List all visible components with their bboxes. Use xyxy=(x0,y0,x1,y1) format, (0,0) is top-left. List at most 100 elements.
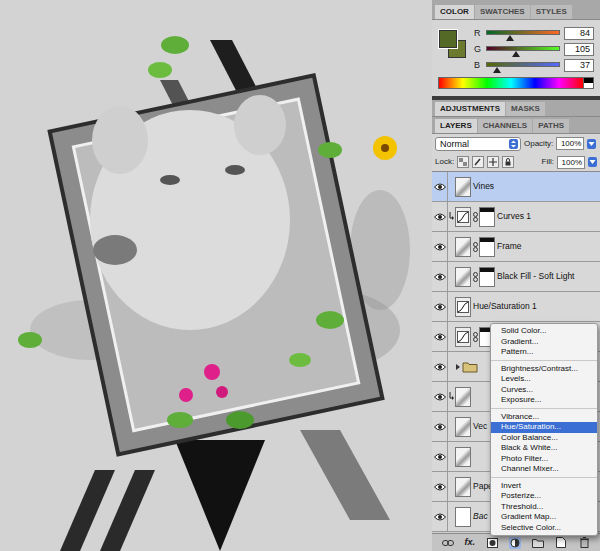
menu-item[interactable]: Threshold... xyxy=(491,502,597,513)
layer-row[interactable]: Vines xyxy=(432,172,600,202)
layer-thumbnail[interactable] xyxy=(455,417,471,437)
menu-item[interactable]: Exposure... xyxy=(491,395,597,406)
menu-item[interactable]: Vibrance... xyxy=(491,412,597,423)
slider-track[interactable] xyxy=(486,43,560,57)
trash-icon[interactable] xyxy=(578,537,590,549)
adjustment-thumbnail-icon[interactable] xyxy=(455,297,471,317)
panel-tab[interactable]: LAYERS xyxy=(435,119,477,133)
fill-slider-icon[interactable] xyxy=(588,157,597,167)
lock-position-icon[interactable] xyxy=(487,156,499,168)
foreground-swatch[interactable] xyxy=(439,30,457,48)
visibility-eye-icon[interactable] xyxy=(432,262,448,291)
menu-item[interactable]: Gradient Map... xyxy=(491,512,597,523)
panel-tab[interactable]: STYLES xyxy=(531,5,572,19)
chain-link-icon[interactable] xyxy=(472,241,478,253)
visibility-eye-icon[interactable] xyxy=(432,352,448,381)
layer-thumbnail[interactable] xyxy=(455,237,471,257)
layer-thumbnail[interactable] xyxy=(455,267,471,287)
new-group-icon[interactable] xyxy=(532,537,544,549)
slider-track[interactable] xyxy=(486,59,560,73)
menu-item[interactable]: Color Balance... xyxy=(491,433,597,444)
slider-value-field[interactable]: 37 xyxy=(564,59,594,72)
visibility-eye-icon[interactable] xyxy=(432,322,448,351)
black-white-ramp[interactable] xyxy=(584,77,594,89)
layer-name[interactable]: Bac xyxy=(473,510,488,523)
opacity-slider-icon[interactable] xyxy=(587,139,596,149)
panel-tab[interactable]: SWATCHES xyxy=(475,5,530,19)
slider-thumb[interactable] xyxy=(493,67,501,73)
color-ramp[interactable] xyxy=(438,77,584,89)
fill-field[interactable]: 100% xyxy=(557,156,585,169)
menu-item[interactable]: Hue/Saturation... xyxy=(491,422,597,433)
lock-pixels-icon[interactable] xyxy=(472,156,484,168)
layer-name[interactable]: Vec xyxy=(473,420,487,433)
layer-thumbnail[interactable] xyxy=(455,507,471,527)
panel-tab[interactable]: ADJUSTMENTS xyxy=(435,102,505,116)
visibility-eye-icon[interactable] xyxy=(432,442,448,471)
slider-value-field[interactable]: 84 xyxy=(564,27,594,40)
visibility-eye-icon[interactable] xyxy=(432,412,448,441)
menu-item[interactable]: Brightness/Contrast... xyxy=(491,364,597,375)
layer-thumbnail[interactable] xyxy=(455,477,471,497)
new-layer-icon[interactable] xyxy=(555,537,567,549)
link-layers-icon[interactable] xyxy=(442,537,454,549)
menu-item[interactable]: Invert xyxy=(491,481,597,492)
menu-item[interactable]: Photo Filter... xyxy=(491,454,597,465)
visibility-eye-icon[interactable] xyxy=(432,502,448,531)
menu-item[interactable]: Selective Color... xyxy=(491,523,597,534)
visibility-eye-icon[interactable] xyxy=(432,472,448,501)
group-folder-icon[interactable] xyxy=(455,357,479,377)
chain-link-icon[interactable] xyxy=(472,211,478,223)
slider-value-field[interactable]: 105 xyxy=(564,43,594,56)
visibility-eye-icon[interactable] xyxy=(432,382,448,411)
adjustment-thumbnail-icon[interactable] xyxy=(455,207,471,227)
panel-tab[interactable]: MASKS xyxy=(506,102,545,116)
layer-thumbnail[interactable] xyxy=(455,177,471,197)
layer-name[interactable]: Hue/Saturation 1 xyxy=(473,300,537,313)
layer-name[interactable]: Black Fill - Soft Light xyxy=(497,270,574,283)
artwork-canvas[interactable] xyxy=(0,0,432,551)
panel-tab[interactable]: COLOR xyxy=(435,5,474,19)
menu-item[interactable]: Black & White... xyxy=(491,443,597,454)
menu-item[interactable]: Curves... xyxy=(491,385,597,396)
chain-link-icon[interactable] xyxy=(472,271,478,283)
menu-item[interactable]: Levels... xyxy=(491,374,597,385)
layer-row[interactable]: Hue/Saturation 1 xyxy=(432,292,600,322)
blend-mode-dropdown[interactable]: Normal xyxy=(435,137,521,151)
lock-all-icon[interactable] xyxy=(502,156,514,168)
menu-item[interactable]: Gradient... xyxy=(491,337,597,348)
adjustment-thumbnail-icon[interactable] xyxy=(455,327,471,347)
white-swatch[interactable] xyxy=(584,83,593,88)
visibility-eye-icon[interactable] xyxy=(432,172,448,201)
panel-tab[interactable]: PATHS xyxy=(533,119,569,133)
menu-item[interactable]: Solid Color... xyxy=(491,326,597,337)
chain-link-icon[interactable] xyxy=(472,331,478,343)
visibility-eye-icon[interactable] xyxy=(432,202,448,231)
layer-name[interactable]: Frame xyxy=(497,240,522,253)
layer-thumbnail[interactable] xyxy=(455,387,471,407)
slider-track[interactable] xyxy=(486,27,560,41)
lock-transparency-icon[interactable] xyxy=(457,156,469,168)
add-mask-icon[interactable] xyxy=(486,537,498,549)
layer-style-button[interactable]: fx. xyxy=(465,536,476,550)
layer-thumbnail[interactable] xyxy=(455,447,471,467)
dropdown-arrows-icon[interactable] xyxy=(509,139,518,149)
layer-name[interactable]: Vines xyxy=(473,180,494,193)
visibility-eye-icon[interactable] xyxy=(432,292,448,321)
new-adjustment-layer-icon[interactable] xyxy=(509,537,521,549)
layer-mask-thumbnail[interactable] xyxy=(479,237,495,257)
layer-name[interactable]: Curves 1 xyxy=(497,210,531,223)
visibility-eye-icon[interactable] xyxy=(432,232,448,261)
slider-thumb[interactable] xyxy=(506,35,514,41)
layer-mask-thumbnail[interactable] xyxy=(479,267,495,287)
menu-item[interactable]: Channel Mixer... xyxy=(491,464,597,475)
layer-mask-thumbnail[interactable] xyxy=(479,207,495,227)
menu-item[interactable]: Posterize... xyxy=(491,491,597,502)
layer-row[interactable]: Frame xyxy=(432,232,600,262)
menu-item[interactable]: Pattern... xyxy=(491,347,597,358)
opacity-field[interactable]: 100% xyxy=(556,137,584,150)
panel-tab[interactable]: CHANNELS xyxy=(478,119,532,133)
layer-row[interactable]: Curves 1 xyxy=(432,202,600,232)
layer-row[interactable]: Black Fill - Soft Light xyxy=(432,262,600,292)
slider-thumb[interactable] xyxy=(512,51,520,57)
